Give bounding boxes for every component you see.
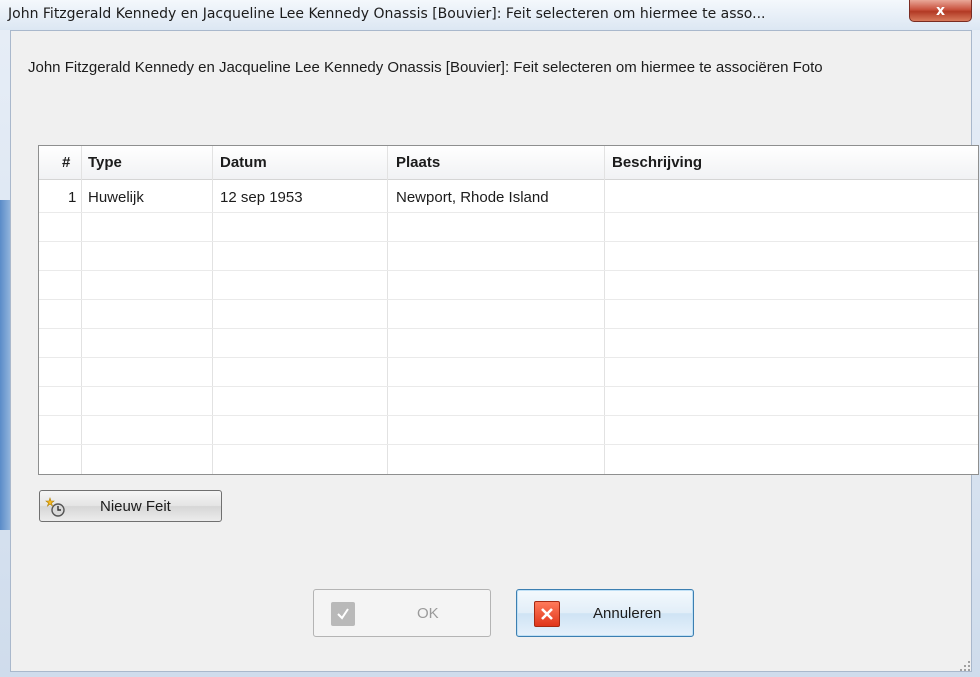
row-divider bbox=[39, 386, 978, 387]
column-header-number[interactable]: # bbox=[62, 154, 70, 171]
column-header-beschrijving[interactable]: Beschrijving bbox=[612, 154, 702, 171]
dialog-prompt: John Fitzgerald Kennedy en Jacqueline Le… bbox=[28, 59, 823, 76]
new-fact-label: Nieuw Feit bbox=[100, 497, 171, 515]
close-button[interactable]: x bbox=[909, 0, 972, 22]
row-type: Huwelijk bbox=[88, 189, 144, 206]
resize-grip-icon[interactable] bbox=[960, 661, 970, 671]
column-divider bbox=[387, 146, 388, 474]
row-divider bbox=[39, 299, 978, 300]
column-header-type[interactable]: Type bbox=[88, 154, 122, 171]
cancel-button[interactable]: Annuleren bbox=[516, 589, 694, 637]
row-divider bbox=[39, 270, 978, 271]
row-number: 1 bbox=[68, 189, 77, 206]
column-header-plaats[interactable]: Plaats bbox=[396, 154, 440, 171]
facts-table[interactable]: # Type Datum Plaats Beschrijving 1 Huwel… bbox=[38, 145, 979, 475]
row-datum: 12 sep 1953 bbox=[220, 189, 303, 206]
ok-button[interactable]: OK bbox=[313, 589, 491, 637]
column-divider bbox=[604, 146, 605, 474]
row-divider bbox=[39, 328, 978, 329]
row-divider bbox=[39, 241, 978, 242]
row-divider bbox=[39, 415, 978, 416]
window-title: John Fitzgerald Kennedy en Jacqueline Le… bbox=[8, 6, 766, 22]
cancel-label: Annuleren bbox=[593, 604, 662, 622]
cancel-x-icon bbox=[534, 601, 560, 627]
new-fact-icon bbox=[45, 497, 65, 517]
row-divider bbox=[39, 357, 978, 358]
checkmark-icon bbox=[331, 602, 355, 626]
column-divider bbox=[81, 146, 82, 474]
new-fact-button[interactable]: Nieuw Feit bbox=[39, 490, 222, 522]
row-divider bbox=[39, 444, 978, 445]
close-icon: x bbox=[935, 2, 946, 19]
table-header: # Type Datum Plaats Beschrijving bbox=[39, 146, 978, 180]
dialog-window: John Fitzgerald Kennedy en Jacqueline Le… bbox=[0, 0, 980, 677]
column-divider bbox=[212, 146, 213, 474]
column-header-datum[interactable]: Datum bbox=[220, 154, 267, 171]
ok-label: OK bbox=[417, 604, 439, 622]
row-plaats: Newport, Rhode Island bbox=[396, 189, 549, 206]
row-divider bbox=[39, 212, 978, 213]
title-bar[interactable]: John Fitzgerald Kennedy en Jacqueline Le… bbox=[0, 0, 980, 30]
